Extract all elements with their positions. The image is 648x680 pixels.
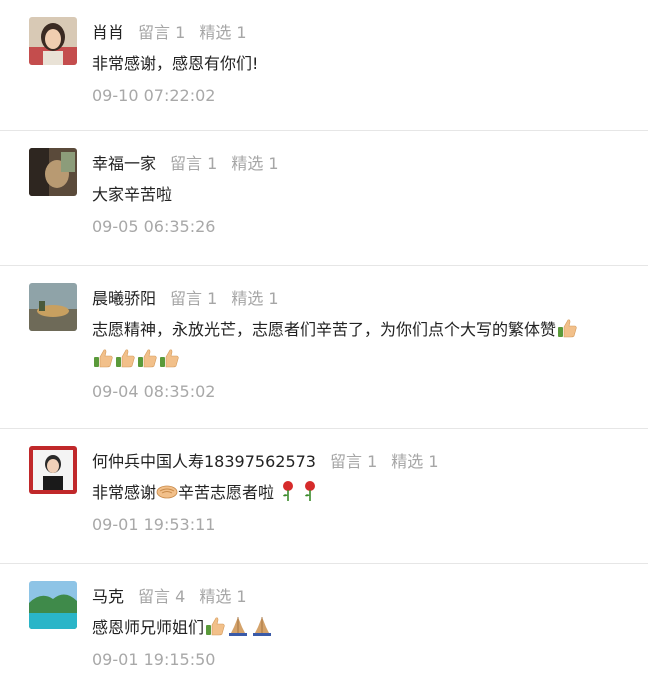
comment-text: 非常感谢，感恩有你们! <box>92 54 259 73</box>
comment-count: 留言 1 <box>329 452 378 471</box>
comment-time: 09-01 19:53:11 <box>92 515 216 534</box>
thumbs-up-icon <box>158 347 180 369</box>
comment-list: 肖肖 留言 1 精选 1 非常感谢，感恩有你们! 09-10 07:22:02 幸福… <box>0 0 648 679</box>
comment-meta: 晨曦骄阳 留言 1 精选 1 <box>92 286 648 312</box>
avatar[interactable] <box>29 581 77 629</box>
comment-time: 09-05 06:35:26 <box>92 217 216 236</box>
featured-count: 精选 1 <box>199 587 247 606</box>
comment-text: 非常感谢 辛苦志愿者啦 <box>92 478 648 508</box>
user-name[interactable]: 马克 <box>92 587 124 606</box>
rose-icon <box>280 480 296 502</box>
user-name[interactable]: 晨曦骄阳 <box>92 289 156 308</box>
comment-item: 肖肖 留言 1 精选 1 非常感谢，感恩有你们! 09-10 07:22:02 <box>0 0 648 131</box>
praying-hands-icon <box>250 615 274 637</box>
avatar-image <box>29 17 77 65</box>
comment-text: 大家辛苦啦 <box>92 185 173 204</box>
praying-hands-icon <box>226 615 250 637</box>
comment-time: 09-04 08:35:02 <box>92 382 216 401</box>
user-name[interactable]: 幸福一家 <box>92 154 156 173</box>
comment-count: 留言 4 <box>138 587 186 606</box>
avatar[interactable] <box>29 148 77 196</box>
comment-item: 幸福一家 留言 1 精选 1 大家辛苦啦 09-05 06:35:26 <box>0 131 648 266</box>
comment-item: 晨曦骄阳 留言 1 精选 1 志愿精神，永放光芒，志愿者们辛苦了，为你们点个大写的繁… <box>0 266 648 429</box>
handshake-icon <box>156 480 178 502</box>
avatar-image <box>29 446 77 494</box>
comment-text: 感恩师兄师姐们 <box>92 613 648 643</box>
comment-time: 09-01 19:15:50 <box>92 650 216 669</box>
featured-count: 精选 1 <box>199 23 247 42</box>
avatar[interactable] <box>29 17 77 65</box>
thumbs-up-icon <box>556 317 578 339</box>
comment-meta: 马克 留言 4 精选 1 <box>92 584 648 610</box>
user-name[interactable]: 肖肖 <box>92 23 124 42</box>
avatar[interactable] <box>29 446 77 494</box>
avatar-image <box>29 148 77 196</box>
comment-meta: 肖肖 留言 1 精选 1 <box>92 20 648 46</box>
thumbs-up-icon <box>136 347 158 369</box>
avatar-image <box>29 283 77 331</box>
comment-count: 留言 1 <box>138 23 186 42</box>
comment-count: 留言 1 <box>170 289 218 308</box>
comment-meta: 何仲兵中国人寿18397562573 留言 1 精选 1 <box>92 449 648 475</box>
featured-count: 精选 1 <box>231 154 279 173</box>
thumbs-up-icon <box>92 347 114 369</box>
user-name[interactable]: 何仲兵中国人寿18397562573 <box>92 452 316 471</box>
comment-count: 留言 1 <box>170 154 218 173</box>
thumbs-up-icon <box>204 615 226 637</box>
comment-meta: 幸福一家 留言 1 精选 1 <box>92 151 648 177</box>
comment-time: 09-10 07:22:02 <box>92 86 216 105</box>
avatar[interactable] <box>29 283 77 331</box>
comment-item: 何仲兵中国人寿18397562573 留言 1 精选 1 非常感谢 辛苦志愿者啦 09… <box>0 429 648 564</box>
rose-icon <box>302 480 318 502</box>
thumbs-up-icon <box>114 347 136 369</box>
comment-item: 马克 留言 4 精选 1 感恩师兄师姐们 09-01 19:15:50 <box>0 564 648 679</box>
comment-text: 志愿精神，永放光芒，志愿者们辛苦了，为你们点个大写的繁体赞 <box>92 315 648 375</box>
avatar-image <box>29 581 77 629</box>
featured-count: 精选 1 <box>391 452 439 471</box>
featured-count: 精选 1 <box>231 289 279 308</box>
